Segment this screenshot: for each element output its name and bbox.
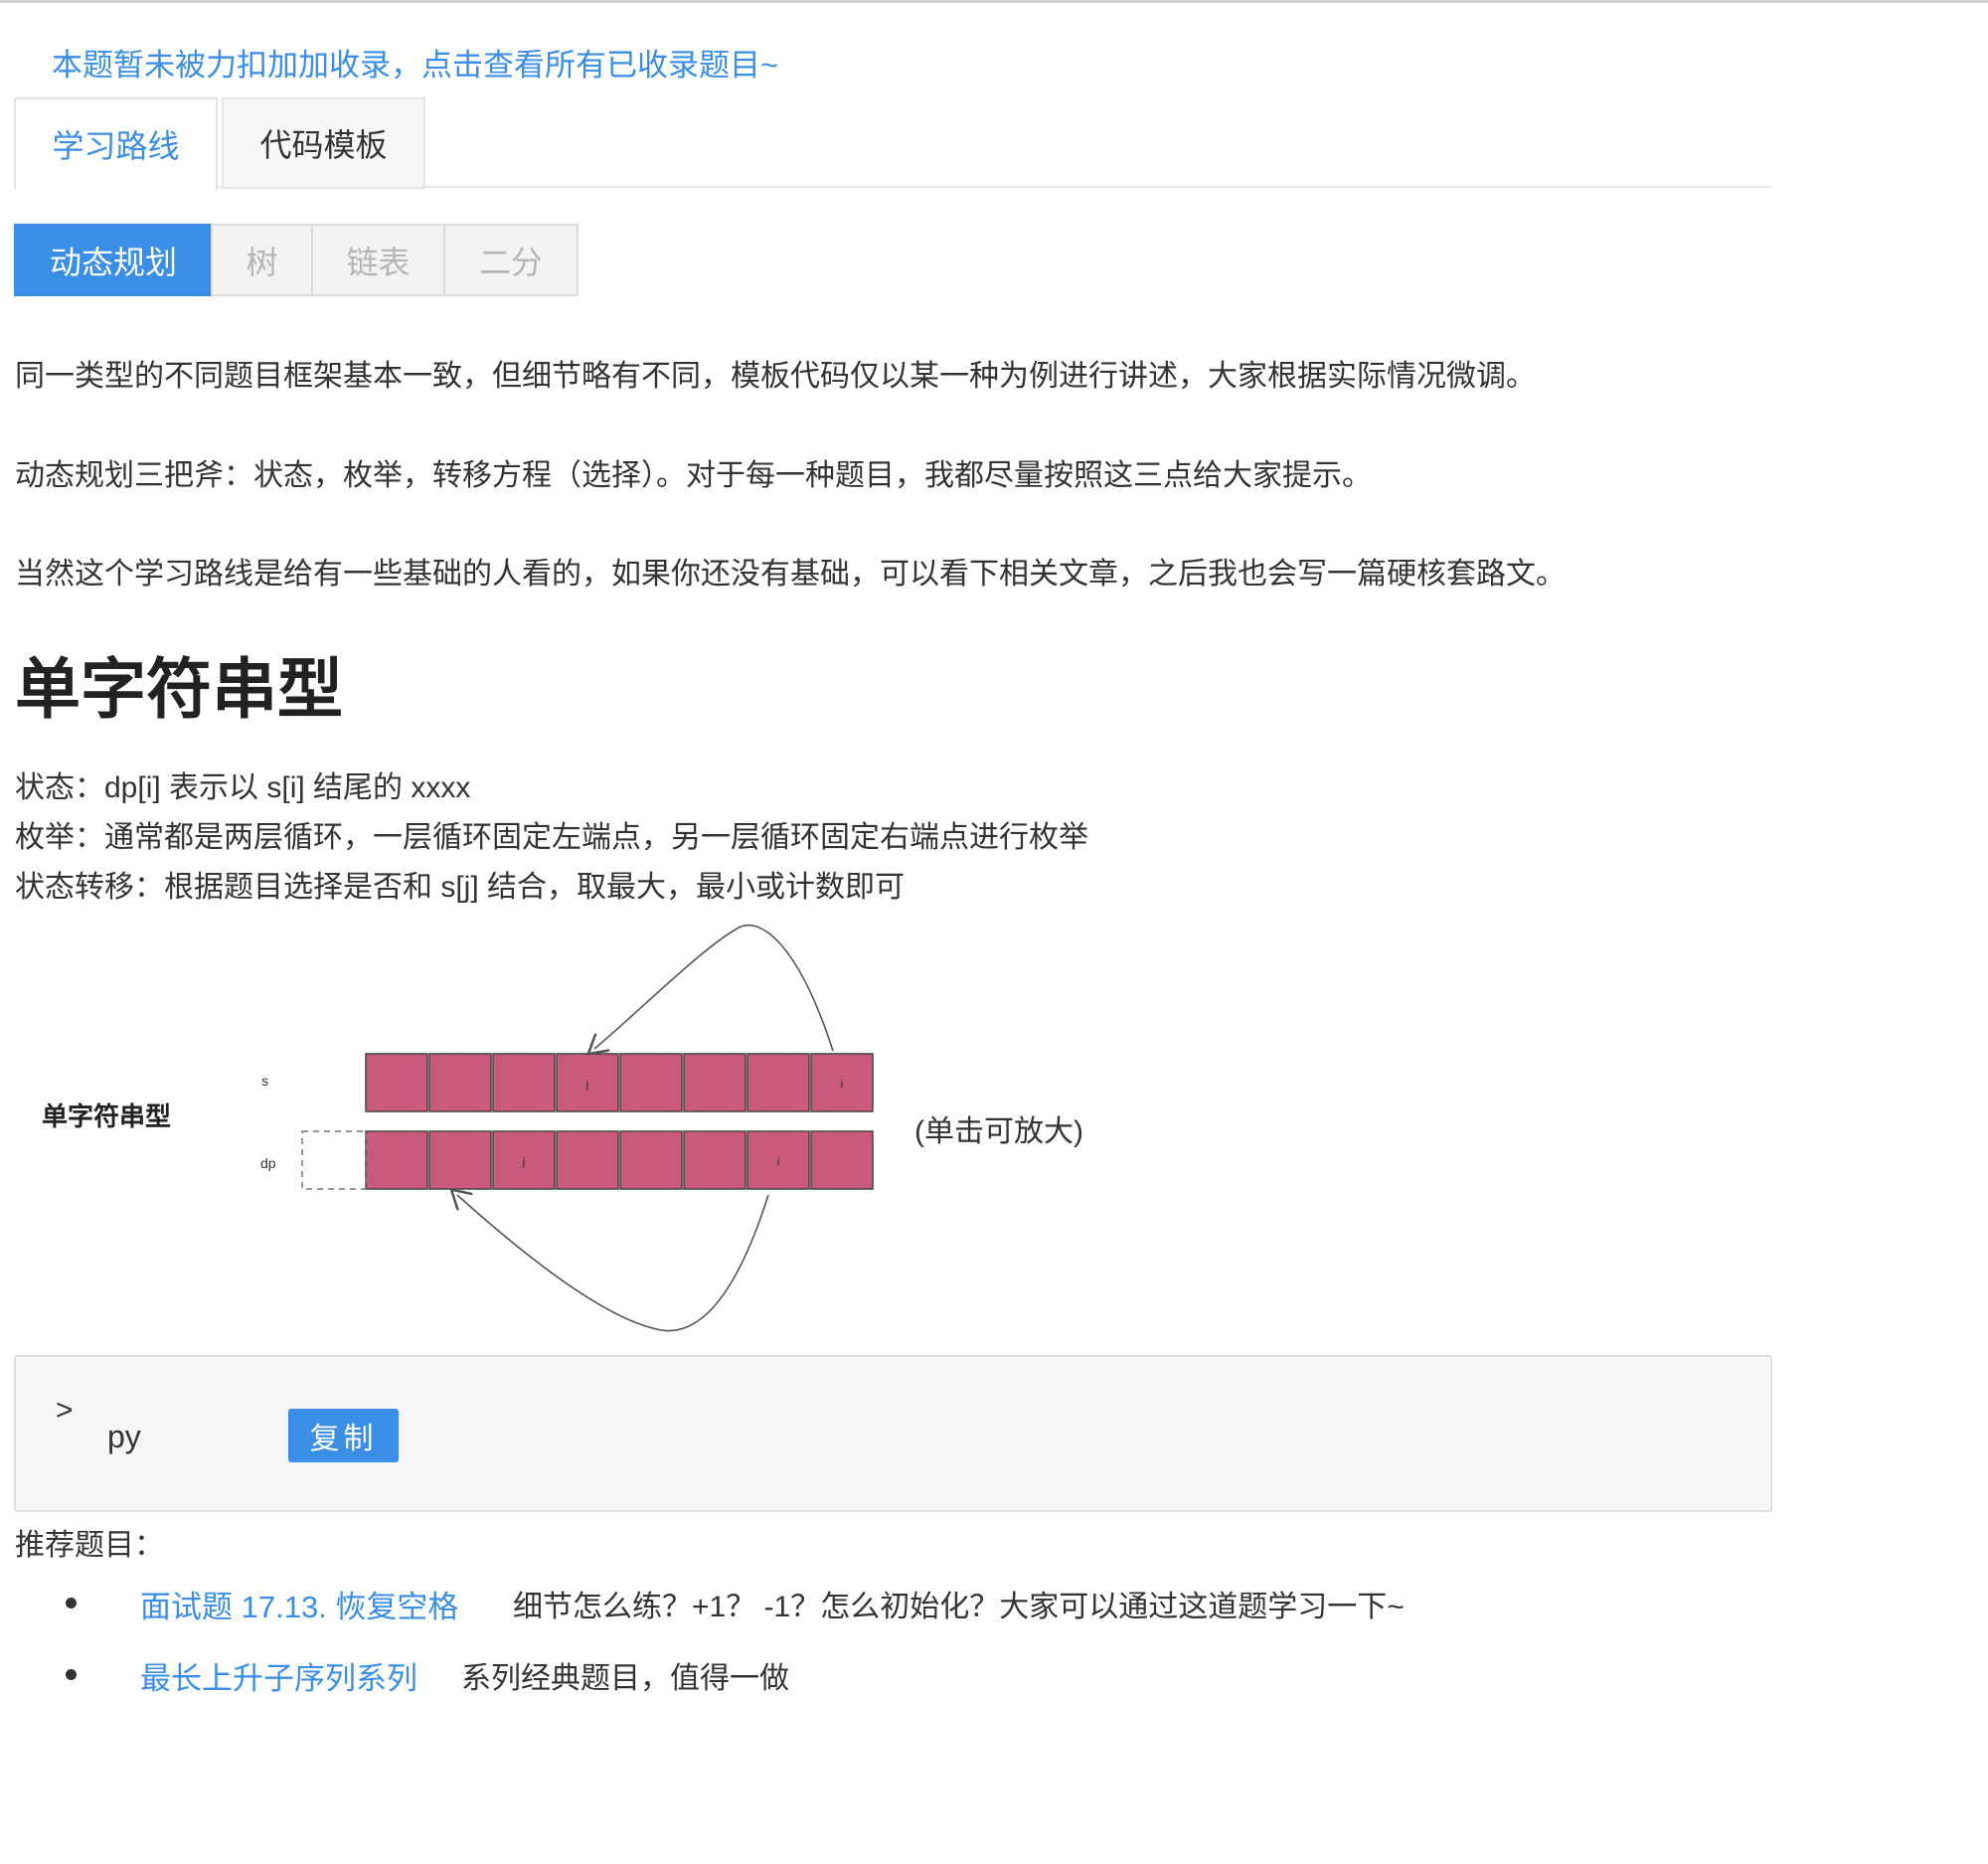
s-array-cell <box>619 1053 683 1112</box>
intro-paragraph-3: 当然这个学习路线是给有一些基础的人看的，如果你还没有基础，可以看下相关文章，之后… <box>15 558 1566 591</box>
chevron-right-icon[interactable]: > <box>56 1394 74 1428</box>
code-block: > py 复制 <box>14 1355 1772 1512</box>
s-array-cell-label: i <box>841 1079 843 1091</box>
list-item: 最长上升子序列系列 系列经典题目，值得一做 <box>0 1653 1789 1703</box>
row-label-dp: dp <box>260 1155 276 1171</box>
dp-array-cell <box>428 1130 492 1190</box>
dp-array-cell <box>683 1130 746 1190</box>
list-item: 面试题 17.13. 恢复空格 细节怎么练？+1？ -1？怎么初始化？大家可以通… <box>0 1582 1789 1631</box>
s-array-cell-label: j <box>585 1079 588 1091</box>
row-label-s: s <box>261 1073 268 1089</box>
intro-paragraph-1: 同一类型的不同题目框架基本一致，但细节略有不同，模板代码仅以某一种为例进行讲述，… <box>15 360 1536 393</box>
diagram-label: 单字符串型 <box>42 1101 171 1131</box>
zoom-hint: (单击可放大) <box>914 1115 1083 1148</box>
arrow-lower <box>457 1195 769 1332</box>
arrow-upper <box>594 924 834 1051</box>
tab-learning-route[interactable]: 学习路线 <box>14 97 218 191</box>
state-line: 状态：dp[i] 表示以 s[i] 结尾的 xxxx <box>15 771 471 804</box>
subtab-tree[interactable]: 树 <box>211 224 313 296</box>
dp-array-cell-label: i <box>777 1156 779 1168</box>
problem-link[interactable]: 最长上升子序列系列 <box>140 1653 417 1698</box>
problem-link[interactable]: 面试题 17.13. 恢复空格 <box>140 1582 458 1626</box>
s-array-cell <box>428 1053 492 1112</box>
dp-array-row: ji <box>365 1130 874 1190</box>
s-array-cell <box>683 1053 746 1112</box>
collection-notice-link[interactable]: 本题暂未被力扣加加收录，点击查看所有已收录题目~ <box>52 40 778 85</box>
subtab-binary-search[interactable]: 二分 <box>443 224 579 296</box>
dp-array-cell <box>619 1130 683 1190</box>
recommend-title: 推荐题目： <box>15 1529 164 1562</box>
copy-button[interactable]: 复制 <box>288 1409 399 1462</box>
subtab-dynamic-programming[interactable]: 动态规划 <box>14 224 213 296</box>
top-border <box>0 0 1988 3</box>
s-array-cell <box>746 1053 810 1112</box>
s-array-cell <box>365 1053 428 1112</box>
subtab-linked-list[interactable]: 链表 <box>311 224 445 296</box>
tab-code-template[interactable]: 代码模板 <box>222 97 425 189</box>
dp-empty-cell <box>301 1130 367 1190</box>
code-language: py <box>107 1419 141 1454</box>
section-title: 单字符串型 <box>15 652 343 726</box>
s-array-cell <box>492 1053 556 1112</box>
bullet-icon <box>66 1669 77 1680</box>
dp-array-cell-label: j <box>522 1156 525 1168</box>
dp-array-cell <box>556 1130 619 1190</box>
dp-array-cell <box>365 1130 428 1190</box>
dp-array-cell <box>810 1130 874 1190</box>
transition-line: 状态转移：根据题目选择是否和 s[j] 结合，取最大，最小或计数即可 <box>15 871 906 904</box>
problem-description: 系列经典题目，值得一做 <box>461 1662 789 1695</box>
topic-tabs: 动态规划 树 链表 二分 <box>14 224 579 296</box>
enumeration-line: 枚举：通常都是两层循环，一层循环固定左端点，另一层循环固定右端点进行枚举 <box>15 821 1088 854</box>
bullet-icon <box>66 1598 77 1609</box>
problem-description: 细节怎么练？+1？ -1？怎么初始化？大家可以通过这道题学习一下~ <box>513 1591 1405 1623</box>
s-array-row: ji <box>365 1053 874 1112</box>
intro-paragraph-2: 动态规划三把斧：状态，枚举，转移方程（选择）。对于每一种题目，我都尽量按照这三点… <box>15 459 1372 492</box>
